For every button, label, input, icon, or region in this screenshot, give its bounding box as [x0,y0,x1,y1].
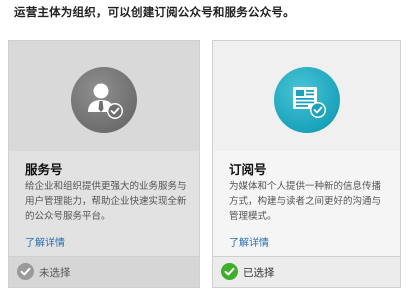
intro-text: 运营主体为组织，可以创建订阅公众号和服务公众号。 [14,5,295,19]
selected-check-icon [221,263,238,280]
card-hero [213,41,400,151]
subscription-account-learn-more-link[interactable]: 了解详情 [229,234,269,249]
subscription-account-description: 为媒体和个人提供一种新的信息传播方式，构建与读者之间更好的沟通与管理模式。 [229,181,382,222]
subscription-account-document-icon [292,87,326,118]
service-account-card[interactable]: 服务号 给企业和组织提供更强大的业务服务与用户管理能力，帮助企业快速实现全新的公… [8,40,200,288]
subscription-account-icon-circle [273,67,340,133]
service-account-description: 给企业和组织提供更强大的业务服务与用户管理能力，帮助企业快速实现全新的公众号服务… [25,181,187,222]
subscription-account-status-bar[interactable]: 已选择 [213,256,400,287]
account-type-page: 运营主体为组织，可以创建订阅公众号和服务公众号。 服务号 给企业和组织提供更强大… [0,0,409,299]
service-account-title: 服务号 [25,162,63,177]
subscription-account-card[interactable]: 订阅号 为媒体和个人提供一种新的信息传播方式，构建与读者之间更好的沟通与管理模式… [212,40,401,288]
subscription-account-title: 订阅号 [229,162,267,177]
service-account-icon-circle [71,67,137,133]
card-hero [9,41,199,151]
subscription-account-status-label: 已选择 [243,267,275,279]
service-account-status-label: 未选择 [39,267,71,279]
service-account-status-bar[interactable]: 未选择 [9,256,199,287]
service-account-learn-more-link[interactable]: 了解详情 [25,234,65,249]
service-account-person-icon [88,83,123,119]
unselected-check-icon [17,263,34,280]
